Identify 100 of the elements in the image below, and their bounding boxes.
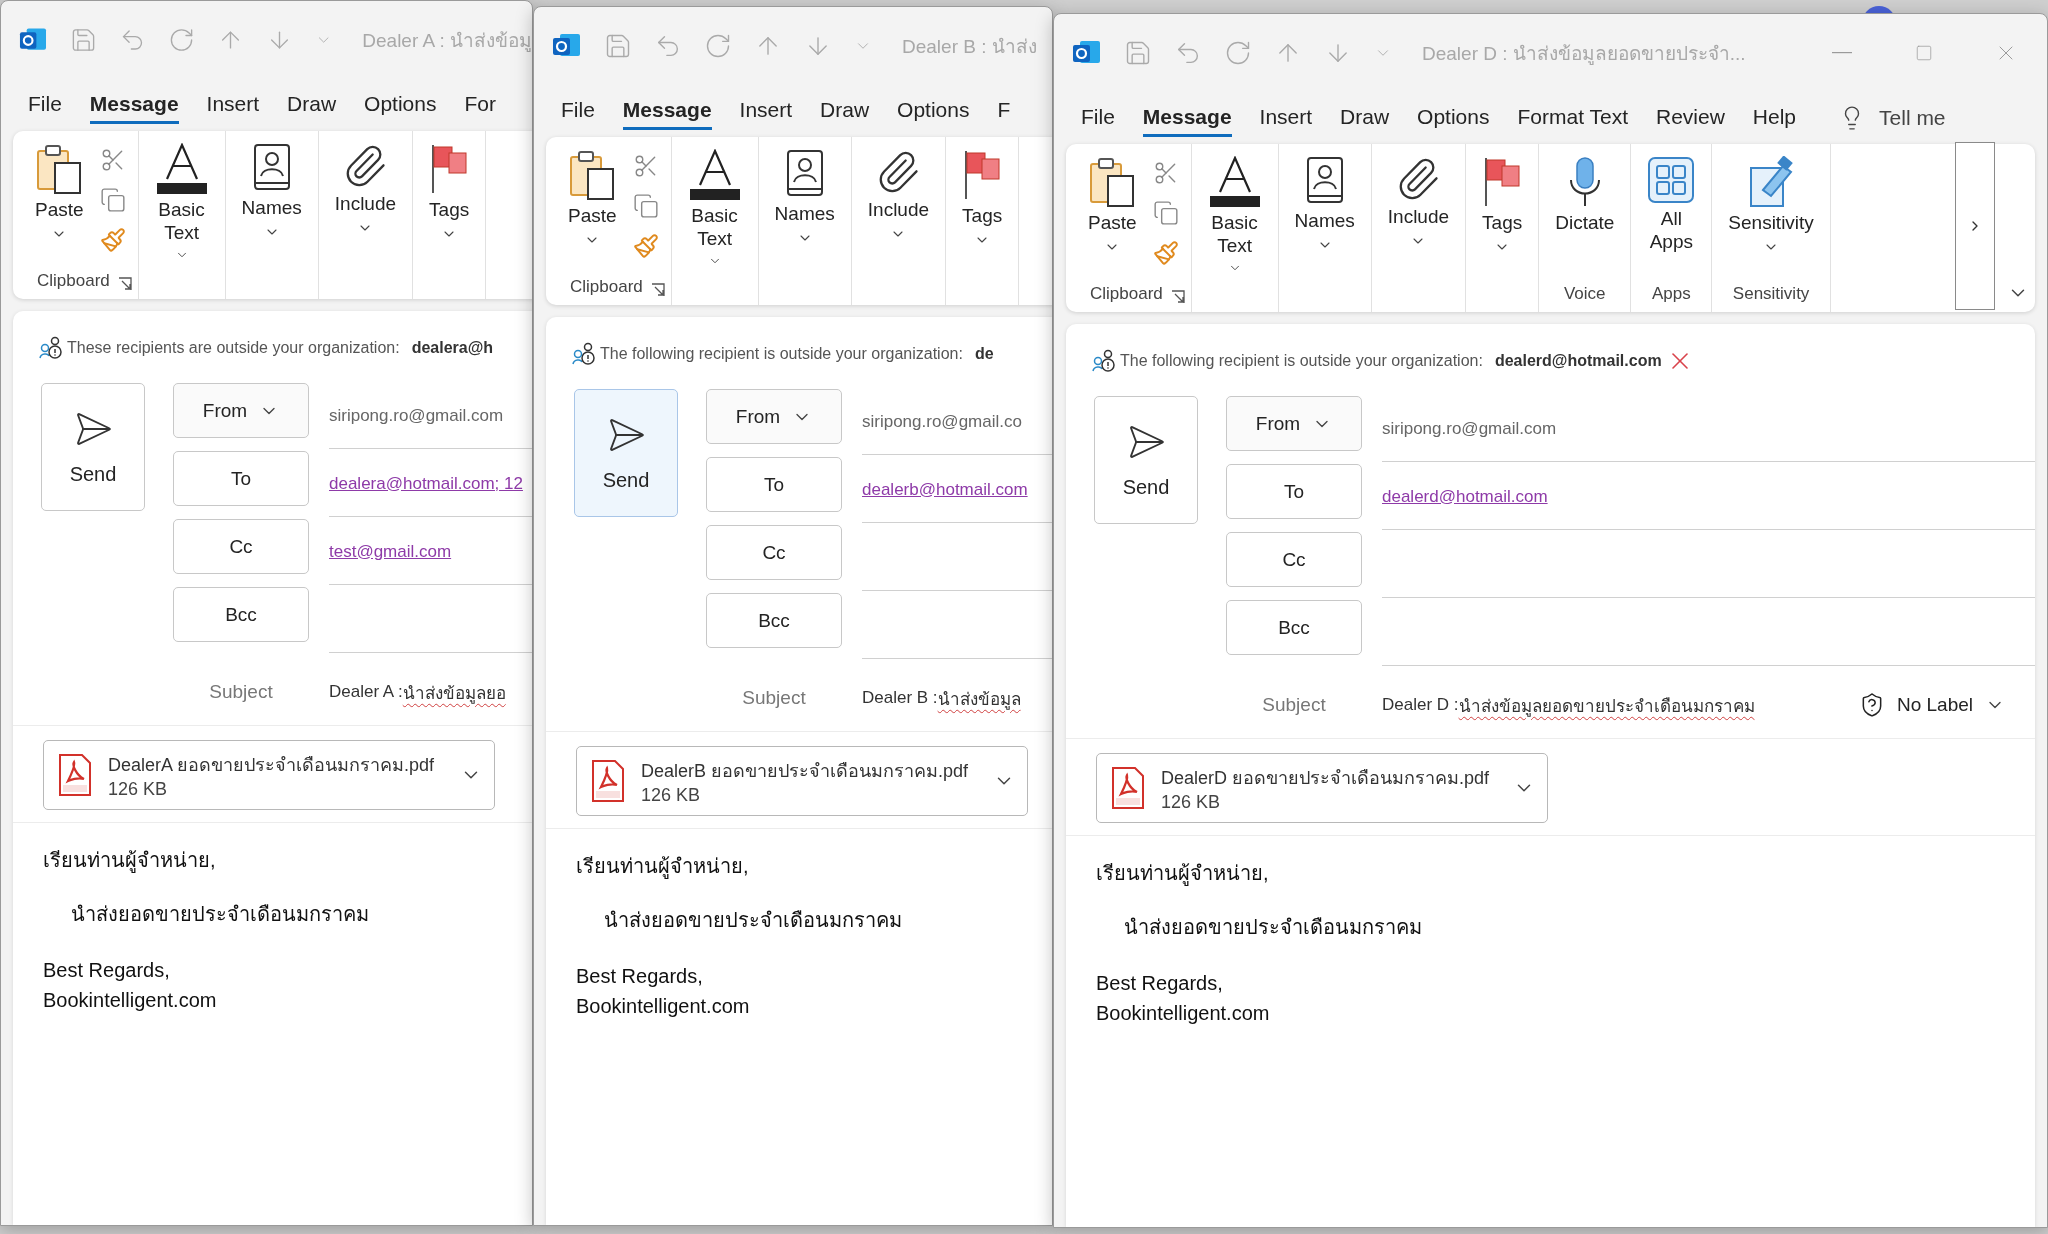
redo-icon[interactable] xyxy=(1224,39,1252,67)
ribbon-tab[interactable]: F xyxy=(984,92,1024,130)
ribbon-tab[interactable]: For xyxy=(451,86,509,124)
from-button[interactable]: From xyxy=(706,389,842,444)
basic-text-button[interactable]: Basic Text xyxy=(148,137,215,274)
pdf-file-icon xyxy=(591,759,625,803)
all-apps-button[interactable]: All Apps xyxy=(1641,150,1702,260)
subject-field[interactable]: Dealer D :นำส่งข้อมูลยอดขายประจำเดือนมกราคม xyxy=(1382,691,1853,719)
recipient-link[interactable]: dealerd@hotmail.com xyxy=(1382,486,1548,507)
subject-label: Subject xyxy=(1261,694,1327,716)
clipboard-icon xyxy=(568,149,617,201)
address-field[interactable]: siripong.ro@gmail.com xyxy=(1382,396,2035,462)
recipient-button[interactable]: To xyxy=(706,457,842,512)
ribbon-tab[interactable]: File xyxy=(548,92,608,130)
sender-address: siripong.ro@gmail.co xyxy=(862,411,1022,432)
dictate-button[interactable]: Dictate xyxy=(1549,150,1621,241)
ribbon-tab[interactable]: Help xyxy=(1739,99,1810,137)
external-recipient-icon xyxy=(572,342,596,366)
send-button[interactable]: Send xyxy=(574,389,678,517)
ribbon-tab[interactable]: Options xyxy=(351,86,450,124)
body-closing: Best Regards, xyxy=(43,958,171,983)
attachment-size: 126 KB xyxy=(1161,792,1222,813)
ribbon-tab[interactable]: Draw xyxy=(274,86,350,124)
save-icon[interactable] xyxy=(1124,39,1152,67)
minimize-icon xyxy=(1832,52,1852,54)
ribbon-tab[interactable]: Insert xyxy=(726,92,806,130)
subject-label: Subject xyxy=(208,681,274,703)
sensitivity-label-button[interactable]: No Label xyxy=(1852,691,2011,719)
send-button[interactable]: Send xyxy=(41,383,145,511)
from-button[interactable]: From xyxy=(1226,396,1362,451)
ribbon-tab[interactable]: Options xyxy=(1404,99,1503,137)
dialog-launcher-icon[interactable] xyxy=(117,277,132,291)
ribbon-scroll-button[interactable] xyxy=(1955,142,1995,310)
recipient-button[interactable]: Cc xyxy=(173,519,309,574)
ribbon-tab[interactable]: File xyxy=(1068,99,1128,137)
ribbon-tab[interactable]: File xyxy=(15,86,75,124)
include-button[interactable]: Include xyxy=(861,143,936,248)
names-button[interactable]: Names xyxy=(768,143,841,252)
basic-text-button[interactable]: Basic Text xyxy=(681,143,748,280)
flag-icon xyxy=(1482,156,1523,208)
recipient-button[interactable]: To xyxy=(1226,464,1362,519)
ribbon-tab[interactable]: Draw xyxy=(1327,99,1403,137)
attachment-card[interactable]: DealerB ยอดขายประจำเดือนมกราคม.pdf 126 KB xyxy=(576,746,1028,816)
tags-button[interactable]: Tags xyxy=(1476,150,1529,261)
body-greeting: เรียนท่านผู้จำหน่าย, xyxy=(1096,861,1270,888)
copy-icon xyxy=(632,193,659,219)
subject-label: Subject xyxy=(741,687,807,709)
body-closing: Best Regards, xyxy=(576,964,704,989)
ribbon-tab[interactable]: Options xyxy=(884,92,983,130)
from-button[interactable]: From xyxy=(173,383,309,438)
save-icon[interactable] xyxy=(604,32,632,60)
ribbon-tab[interactable]: Draw xyxy=(807,92,883,130)
recipient-link[interactable]: dealera@hotmail.com; 12 xyxy=(329,473,523,494)
paste-button[interactable]: Paste xyxy=(562,143,623,254)
copy-icon xyxy=(1152,200,1179,226)
send-button[interactable]: Send xyxy=(1094,396,1198,524)
subject-field[interactable]: Dealer B :นำส่งข้อมูล xyxy=(862,684,1052,712)
paste-button[interactable]: Paste xyxy=(1082,150,1143,261)
body-greeting: เรียนท่านผู้จำหน่าย, xyxy=(576,854,750,881)
subject-field[interactable]: Dealer A :นำส่งข้อมูลยอ xyxy=(329,678,532,706)
ribbon-tab[interactable]: Review xyxy=(1642,99,1738,137)
basic-text-button[interactable]: Basic Text xyxy=(1201,150,1268,287)
font-color-icon xyxy=(154,143,209,195)
dialog-launcher-icon[interactable] xyxy=(650,283,665,297)
names-button[interactable]: Names xyxy=(235,137,308,246)
attachment-name: DealerB ยอดขายประจำเดือนมกราคม.pdf xyxy=(641,760,970,783)
recipient-button[interactable]: Bcc xyxy=(173,587,309,642)
address-field[interactable]: dealerd@hotmail.com xyxy=(1382,464,2035,530)
attachment-card[interactable]: DealerD ยอดขายประจำเดือนมกราคม.pdf 126 KB xyxy=(1096,753,1548,823)
dialog-launcher-icon[interactable] xyxy=(1170,290,1185,304)
recipient-button[interactable]: Bcc xyxy=(706,593,842,648)
ribbon-tab[interactable]: Format Text xyxy=(1504,99,1641,137)
attachment-card[interactable]: DealerA ยอดขายประจำเดือนมกราคม.pdf 126 KB xyxy=(43,740,495,810)
tell-me-search[interactable]: Tell me xyxy=(1833,104,1952,132)
group-label: Sensitivity xyxy=(1732,284,1810,305)
attachment-name: DealerD ยอดขายประจำเดือนมกราคม.pdf xyxy=(1161,767,1491,790)
external-address: de xyxy=(974,345,994,363)
window-title: Dealer B : นำส่ง xyxy=(902,35,1037,59)
tags-button[interactable]: Tags xyxy=(423,137,476,248)
recipient-button[interactable]: To xyxy=(173,451,309,506)
body-signature: Bookintelligent.com xyxy=(576,994,751,1019)
ribbon-tab[interactable]: Insert xyxy=(193,86,273,124)
recipient-button[interactable]: Cc xyxy=(1226,532,1362,587)
include-button[interactable]: Include xyxy=(328,137,403,242)
external-recipient-icon xyxy=(1092,349,1116,373)
names-button[interactable]: Names xyxy=(1288,150,1361,259)
redo-icon[interactable] xyxy=(704,32,732,60)
sensitivity-button[interactable]: Sensitivity xyxy=(1722,150,1820,261)
recipient-button[interactable]: Cc xyxy=(706,525,842,580)
tags-button[interactable]: Tags xyxy=(956,143,1009,254)
recipient-link[interactable]: test@gmail.com xyxy=(329,541,452,562)
paste-button[interactable]: Paste xyxy=(29,137,90,248)
group-label: Clipboard xyxy=(1090,284,1163,305)
recipient-link[interactable]: dealerb@hotmail.com xyxy=(862,479,1028,500)
recipient-button[interactable]: Bcc xyxy=(1226,600,1362,655)
external-notice: The following recipient is outside your organization: xyxy=(1120,352,1483,370)
attachment-name: DealerA ยอดขายประจำเดือนมกราคม.pdf xyxy=(108,754,436,777)
group-label: Apps xyxy=(1651,284,1691,305)
include-button[interactable]: Include xyxy=(1381,150,1456,255)
ribbon-tab[interactable]: Insert xyxy=(1246,99,1326,137)
